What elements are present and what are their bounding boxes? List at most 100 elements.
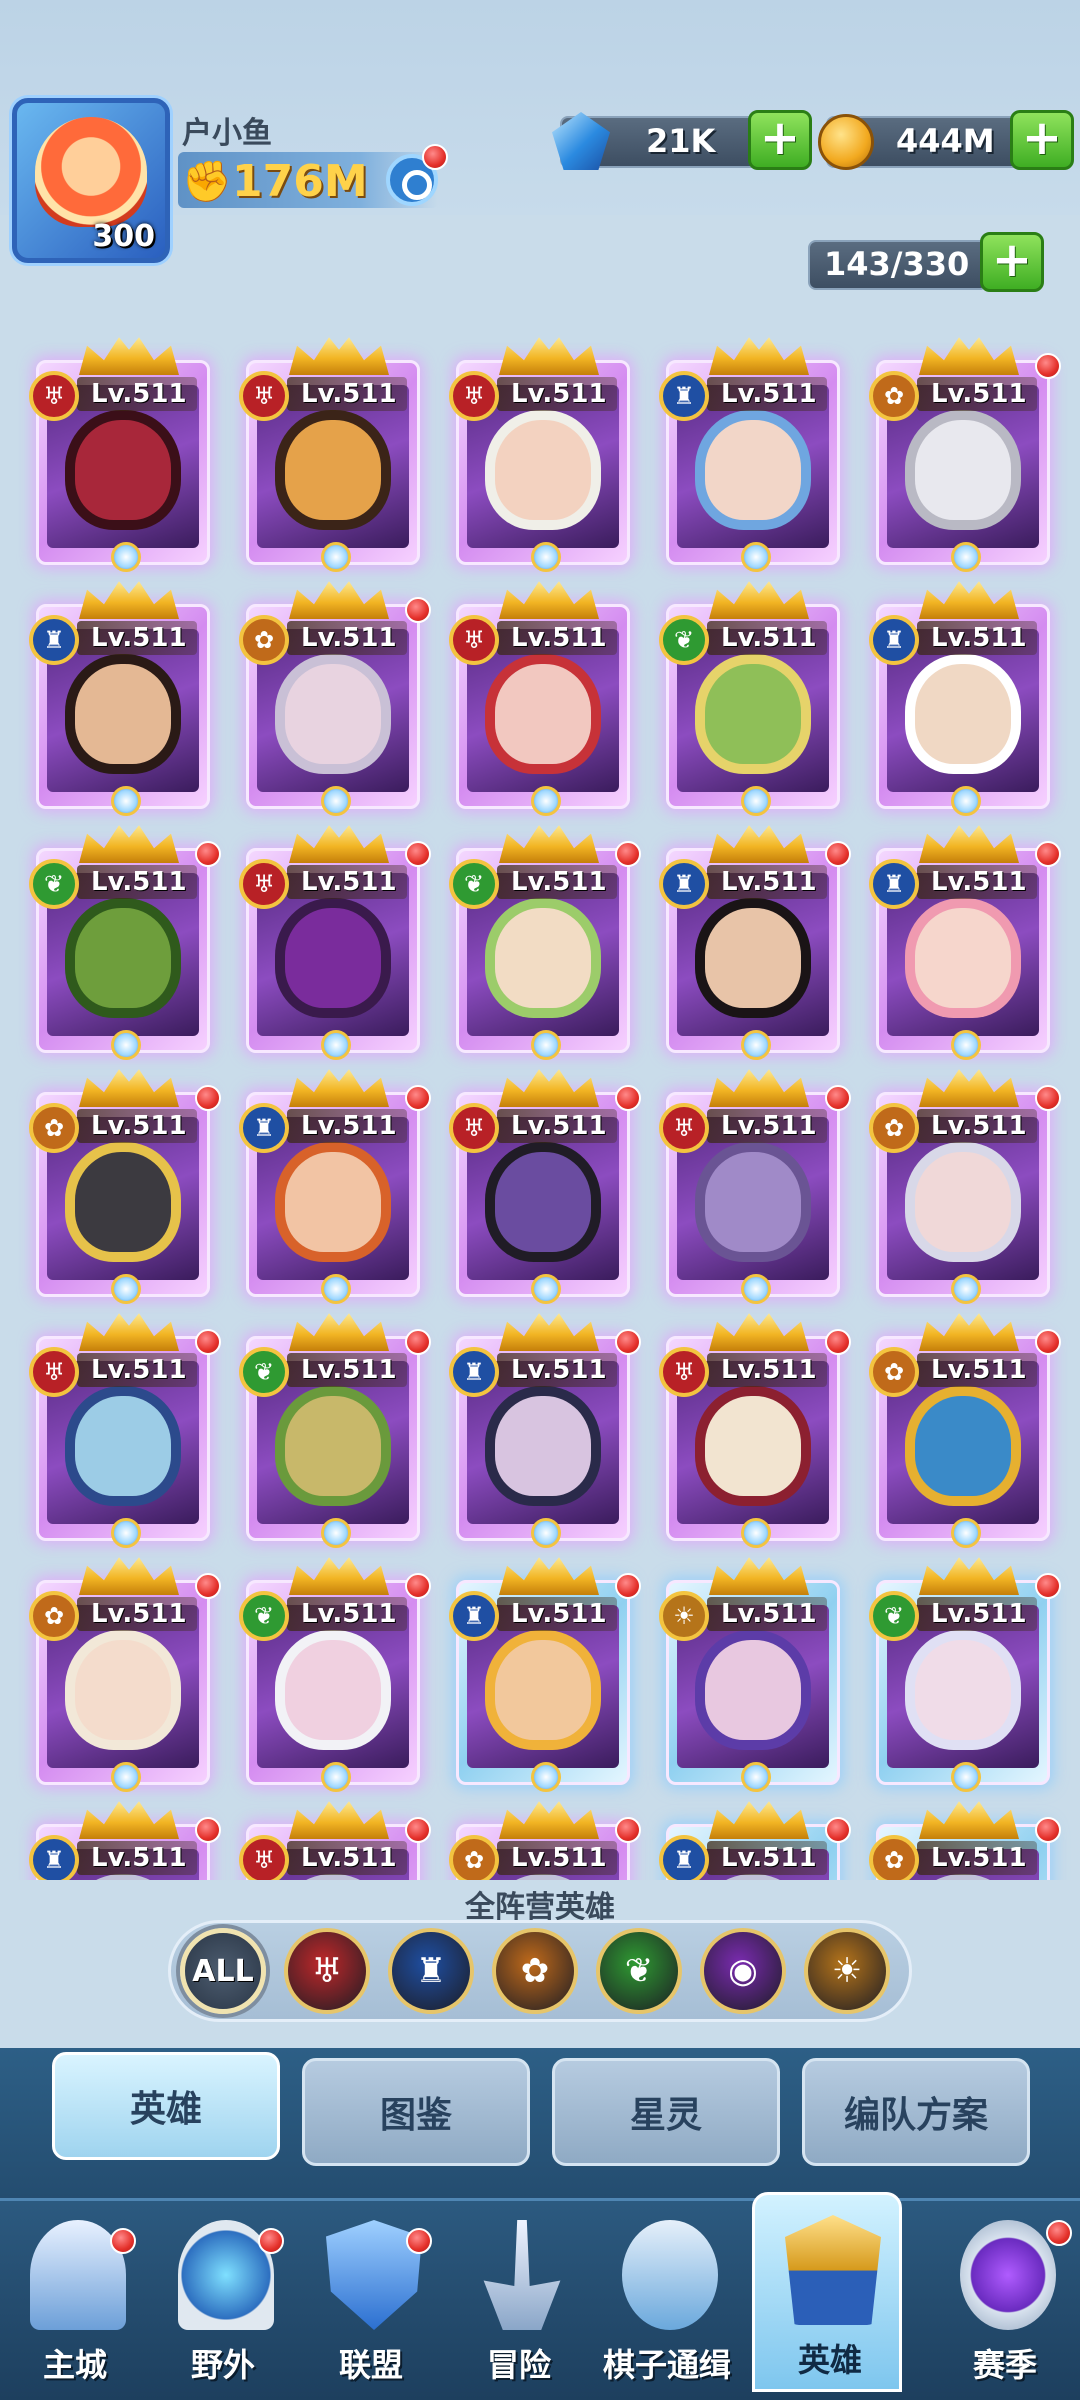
hero-card[interactable]: Lv.511 ♅: [239, 337, 420, 572]
crown-icon: [289, 1557, 389, 1595]
hero-helmet-icon: [785, 2215, 881, 2325]
player-name: 户小鱼: [182, 116, 272, 151]
hero-card[interactable]: Lv.511 ❦: [449, 825, 641, 1060]
nav-chess-wanted[interactable]: 棋子通缉: [592, 2200, 742, 2400]
crown-icon: [499, 581, 599, 619]
hero-card[interactable]: Lv.511 ❦: [239, 1313, 431, 1548]
notification-dot: [825, 1085, 851, 1111]
hero-level: Lv.511: [497, 1353, 617, 1387]
orange-faction-icon: ✿: [239, 615, 289, 665]
hero-card[interactable]: Lv.511 ❦: [29, 825, 221, 1060]
blue-faction-icon: ♜: [239, 1103, 289, 1153]
hero-card[interactable]: Lv.511 ♅: [659, 1069, 851, 1304]
red-faction-icon: ♅: [239, 371, 289, 421]
nav-adventure[interactable]: 冒险: [444, 2200, 594, 2400]
filter-bat-button[interactable]: ♅: [284, 1928, 370, 2014]
hero-card[interactable]: Lv.511 ♅: [239, 825, 431, 1060]
hero-card[interactable]: Lv.511 ✿: [239, 581, 431, 816]
nav-wild[interactable]: 野外: [148, 2200, 298, 2400]
hero-level: Lv.511: [77, 1353, 197, 1387]
hero-card[interactable]: Lv.511 ♜: [29, 1801, 221, 1880]
star-gem-icon: [741, 542, 771, 572]
hero-level: Lv.511: [707, 1597, 827, 1631]
notification-dot: [405, 841, 431, 867]
player-avatar[interactable]: 300: [12, 98, 170, 263]
hero-card[interactable]: Lv.511 ❦: [239, 1557, 431, 1792]
star-gem-icon: [111, 1274, 141, 1304]
green-faction-icon: ❦: [239, 1347, 289, 1397]
add-gold-button[interactable]: +: [1010, 110, 1074, 170]
hero-card[interactable]: Lv.511 ♅: [29, 1313, 221, 1548]
hero-card[interactable]: Lv.511 ♅: [449, 337, 630, 572]
tab-heroes[interactable]: 英雄: [52, 2052, 280, 2160]
chess-figure-icon: [622, 2220, 718, 2330]
hero-card[interactable]: Lv.511 ♜: [659, 337, 840, 572]
hero-level: Lv.511: [707, 621, 827, 655]
star-gem-icon: [741, 1518, 771, 1548]
hero-card[interactable]: Lv.511 ♜: [869, 581, 1050, 816]
hero-card[interactable]: Lv.511 ♅: [29, 337, 210, 572]
hero-card[interactable]: Lv.511 ☀: [659, 1557, 840, 1792]
hero-card[interactable]: Lv.511 ♜: [659, 825, 851, 1060]
red-faction-icon: ♅: [29, 1347, 79, 1397]
red-faction-icon: ♅: [449, 615, 499, 665]
star-gem-icon: [741, 786, 771, 816]
hero-card[interactable]: Lv.511 ♅: [239, 1801, 431, 1880]
hero-card[interactable]: Lv.511 ♜: [29, 581, 210, 816]
nav-label: 冒险: [486, 2346, 551, 2384]
notification-dot: [195, 1085, 221, 1111]
star-gem-icon: [951, 542, 981, 572]
notification-dot: [195, 841, 221, 867]
red-faction-icon: ♅: [449, 1103, 499, 1153]
hero-card[interactable]: Lv.511 ♜: [869, 825, 1061, 1060]
hero-card[interactable]: Lv.511 ♅: [449, 1069, 641, 1304]
hero-card[interactable]: Lv.511 ♜: [659, 1801, 851, 1880]
notification-dot: [615, 841, 641, 867]
hero-card[interactable]: Lv.511 ✿: [869, 1069, 1061, 1304]
hero-card[interactable]: Lv.511 ♜: [449, 1557, 641, 1792]
red-faction-icon: ♅: [449, 371, 499, 421]
filter-paw-button[interactable]: ✿: [492, 1928, 578, 2014]
hero-card[interactable]: Lv.511 ❦: [659, 581, 840, 816]
filter-eye-button[interactable]: ◉: [700, 1928, 786, 2014]
crown-icon: [79, 1069, 179, 1107]
hero-card[interactable]: Lv.511 ♅: [659, 1313, 851, 1548]
hero-level: Lv.511: [707, 1841, 827, 1875]
add-gems-button[interactable]: +: [748, 110, 812, 170]
notification-dot: [110, 2228, 136, 2254]
tab-codex[interactable]: 图鉴: [302, 2058, 530, 2166]
star-gem-icon: [951, 786, 981, 816]
hero-level: Lv.511: [77, 621, 197, 655]
orange-faction-icon: ✿: [869, 1103, 919, 1153]
hero-card[interactable]: Lv.511 ✿: [29, 1557, 221, 1792]
nav-main-city[interactable]: 主城: [0, 2200, 150, 2400]
notification-dot: [615, 1329, 641, 1355]
hero-card[interactable]: Lv.511 ♜: [449, 1313, 641, 1548]
hero-card[interactable]: Lv.511 ✿: [869, 1801, 1061, 1880]
hero-card[interactable]: Lv.511 ✿: [29, 1069, 221, 1304]
nav-season[interactable]: 赛季: [930, 2200, 1080, 2400]
hero-card[interactable]: Lv.511 ✿: [449, 1801, 641, 1880]
filter-leaf-button[interactable]: ❦: [596, 1928, 682, 2014]
filter-all-button[interactable]: ALL: [180, 1928, 266, 2014]
hero-level: Lv.511: [707, 1353, 827, 1387]
nav-heroes[interactable]: 英雄: [752, 2192, 902, 2392]
hero-card[interactable]: Lv.511 ✿: [869, 337, 1061, 572]
expand-capacity-button[interactable]: +: [980, 232, 1044, 292]
tab-star-spirit[interactable]: 星灵: [552, 2058, 780, 2166]
notification-dot: [615, 1085, 641, 1111]
hero-card[interactable]: Lv.511 ❦: [869, 1557, 1061, 1792]
nav-alliance[interactable]: 联盟: [296, 2200, 446, 2400]
orange-faction-icon: ✿: [869, 1835, 919, 1880]
hero-card[interactable]: Lv.511 ♅: [449, 581, 630, 816]
red-faction-icon: ♅: [239, 859, 289, 909]
star-gem-icon: [321, 1762, 351, 1792]
notification-dot: [405, 1329, 431, 1355]
tab-formation[interactable]: 编队方案: [802, 2058, 1030, 2166]
crown-icon: [709, 825, 809, 863]
hero-card[interactable]: Lv.511 ♜: [239, 1069, 431, 1304]
blue-faction-icon: ♜: [29, 615, 79, 665]
filter-sun-button[interactable]: ☀: [804, 1928, 890, 2014]
hero-card[interactable]: Lv.511 ✿: [869, 1313, 1061, 1548]
filter-tower-button[interactable]: ♜: [388, 1928, 474, 2014]
